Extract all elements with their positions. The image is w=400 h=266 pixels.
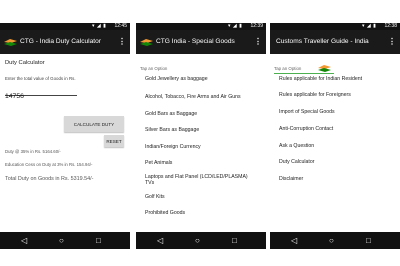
- duty-result: Duty @ 35% in Rs. 5164.60/-: [5, 149, 61, 154]
- nav-bar: ◁ ○ □: [270, 232, 400, 249]
- app-title: CTG - India Duty Calculator: [20, 38, 101, 45]
- phone-traveller-guide: ▾ ◢ ▮ 12:38 Customs Traveller Guide - In…: [270, 0, 400, 266]
- list-caption: Tap an Option: [274, 66, 302, 71]
- overflow-menu-icon[interactable]: ⋮: [254, 30, 262, 54]
- cess-result: Education Cess on Duty at 3% in Rs. 154.…: [5, 162, 93, 167]
- list-item[interactable]: Gold Jewellery as baggage: [136, 76, 266, 82]
- flag-logo-icon: [140, 39, 153, 46]
- list-item[interactable]: Prohibited Goods: [136, 210, 266, 216]
- flag-logo-icon: [4, 39, 17, 46]
- list-item[interactable]: Disclaimer: [270, 176, 400, 182]
- list-item[interactable]: Indian/Foreign Currency: [136, 144, 266, 150]
- phone-duty-calculator: ▾ ◢ ▮ 12:45 CTG - India Duty Calculator …: [0, 0, 130, 266]
- list-item[interactable]: Gold Bars as Baggage: [136, 111, 266, 117]
- home-icon[interactable]: ○: [59, 236, 64, 245]
- list-item[interactable]: Import of Special Goods: [270, 109, 400, 115]
- status-bar: ▾ ◢ ▮ 12:45: [0, 23, 130, 30]
- total-duty-result: Total Duty on Goods in Rs. 5319.54/-: [5, 176, 94, 182]
- list-item[interactable]: Ask a Question: [270, 143, 400, 149]
- back-icon[interactable]: ◁: [291, 236, 297, 245]
- calculator-content: Duty Calculator Enter the total value of…: [0, 54, 130, 232]
- nav-bar: ◁ ○ □: [0, 232, 130, 249]
- home-icon[interactable]: ○: [195, 236, 200, 245]
- special-goods-list: Tap an Option Gold Jewellery as baggage …: [136, 54, 266, 232]
- list-item[interactable]: Anti-Corruption Contact: [270, 126, 400, 132]
- recent-apps-icon[interactable]: □: [366, 236, 371, 245]
- recent-apps-icon[interactable]: □: [232, 236, 237, 245]
- status-icons: ▾ ◢ ▮: [362, 23, 377, 29]
- status-bar: ▾ ◢ ▮ 12:39: [136, 23, 266, 30]
- status-bar: ▾ ◢ ▮ 12:38: [270, 23, 400, 30]
- list-caption: Tap an Option: [140, 66, 168, 71]
- overflow-menu-icon[interactable]: ⋮: [118, 30, 126, 54]
- goods-value-field[interactable]: [5, 85, 77, 102]
- status-time: 12:38: [384, 23, 397, 29]
- overflow-menu-icon[interactable]: ⋮: [388, 30, 396, 54]
- status-time: 12:39: [250, 23, 263, 29]
- flag-logo-icon: [318, 65, 331, 72]
- phone-special-goods: ▾ ◢ ▮ 12:39 CTG India - Special Goods ⋮ …: [136, 0, 266, 266]
- list-item[interactable]: Laptops and Flat Panel (LCD/LED/PLASMA) …: [136, 174, 256, 186]
- home-icon[interactable]: ○: [329, 236, 334, 245]
- goods-value-label: Enter the total value of Goods in Rs.: [5, 76, 76, 81]
- app-bar: CTG - India Duty Calculator ⋮: [0, 30, 130, 54]
- status-icons: ▾ ◢ ▮: [92, 23, 107, 29]
- caption-underline: [274, 73, 334, 74]
- calculate-duty-button[interactable]: CALCULATE DUTY: [64, 116, 124, 132]
- app-title: Customs Traveller Guide - India: [276, 38, 369, 45]
- app-bar: CTG India - Special Goods ⋮: [136, 30, 266, 54]
- back-icon[interactable]: ◁: [157, 236, 163, 245]
- status-time: 12:45: [114, 23, 127, 29]
- page-heading: Duty Calculator: [5, 60, 45, 66]
- reset-button[interactable]: RESET: [104, 135, 124, 147]
- list-item[interactable]: Golf Kits: [136, 194, 266, 200]
- status-icons: ▾ ◢ ▮: [228, 23, 243, 29]
- list-item[interactable]: Silver Bars as Baggage: [136, 127, 266, 133]
- app-bar: Customs Traveller Guide - India ⋮: [270, 30, 400, 54]
- recent-apps-icon[interactable]: □: [96, 236, 101, 245]
- list-item[interactable]: Duty Calculator: [270, 159, 400, 165]
- app-title: CTG India - Special Goods: [156, 38, 235, 45]
- list-item[interactable]: Alcohol, Tobacco, Fire Arms and Air Guns: [136, 94, 266, 100]
- goods-value-input[interactable]: [5, 91, 77, 102]
- nav-bar: ◁ ○ □: [136, 232, 266, 249]
- list-item[interactable]: Rules applicable for Indian Resident: [270, 76, 400, 82]
- list-item[interactable]: Rules applicable for Foreigners: [270, 92, 400, 98]
- list-item[interactable]: Pet Animals: [136, 160, 266, 166]
- back-icon[interactable]: ◁: [21, 236, 27, 245]
- main-menu-list: Tap an Option Rules applicable for India…: [270, 54, 400, 232]
